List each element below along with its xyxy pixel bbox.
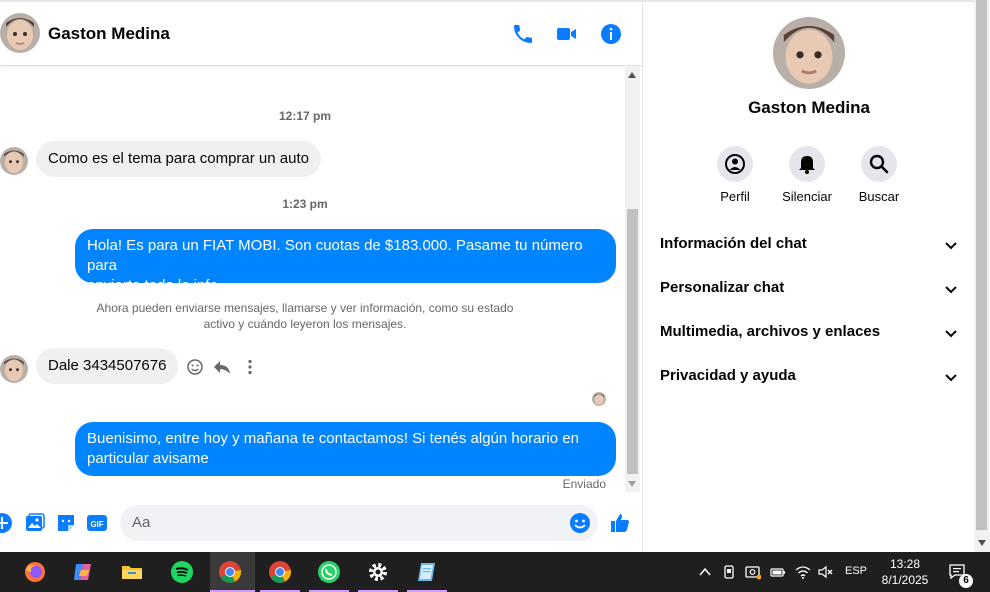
- section-label: Privacidad y ayuda: [660, 367, 796, 384]
- file-explorer-icon[interactable]: [112, 552, 152, 592]
- bell-icon[interactable]: [789, 146, 825, 182]
- chat-header: Gaston Medina: [0, 2, 643, 66]
- message-avatar: [0, 147, 28, 175]
- chat-info-panel: Gaston Medina Perfil Silenciar Buscar In…: [644, 2, 974, 552]
- mute-action[interactable]: Silenciar: [772, 146, 842, 204]
- messenger-window: Gaston Medina 12:17 pm Como es el tema p…: [0, 0, 990, 552]
- chevron-down-icon: [945, 374, 957, 382]
- section-customize-chat[interactable]: Personalizar chat: [660, 271, 958, 315]
- emoji-picker-icon[interactable]: [569, 512, 591, 534]
- action-label: Buscar: [858, 189, 900, 204]
- message-composer: GIF Aa: [0, 502, 643, 546]
- section-label: Multimedia, archivos y enlaces: [660, 323, 881, 340]
- wifi-icon[interactable]: [795, 564, 811, 580]
- chat-pane: Gaston Medina 12:17 pm Como es el tema p…: [0, 2, 643, 552]
- section-label: Personalizar chat: [660, 279, 785, 296]
- thumbs-up-icon[interactable]: [609, 512, 631, 534]
- chevron-down-icon: [945, 330, 957, 338]
- message-line: particular avisame: [87, 450, 209, 467]
- info-contact-name: Gaston Medina: [748, 98, 870, 117]
- message-scrollbar[interactable]: [625, 67, 640, 492]
- message-line: Buenisimo, entre hoy y mañana te contact…: [87, 430, 579, 447]
- page-scroll-down-arrow[interactable]: [978, 540, 986, 546]
- phone-link-icon[interactable]: [721, 564, 737, 580]
- timestamp: 12:17 pm: [278, 109, 332, 123]
- video-call-icon[interactable]: [555, 22, 579, 46]
- svg-text:GIF: GIF: [90, 520, 103, 529]
- message-line: Hola! Es para un FIAT MOBI. Son cuotas d…: [87, 237, 583, 274]
- gif-icon[interactable]: GIF: [86, 512, 108, 534]
- input-language[interactable]: ESP: [845, 565, 867, 577]
- contact-profile-photo[interactable]: [773, 17, 845, 89]
- battery-icon[interactable]: [770, 564, 786, 580]
- chevron-down-icon: [945, 242, 957, 250]
- windows-taskbar: ESP 13:28 8/1/2025 6: [0, 552, 990, 592]
- info-icon[interactable]: [599, 22, 623, 46]
- scroll-up-arrow[interactable]: [628, 72, 636, 78]
- section-chat-info[interactable]: Información del chat: [660, 227, 958, 271]
- action-label: Silenciar: [782, 189, 832, 204]
- outgoing-message[interactable]: Hola! Es para un FIAT MOBI. Son cuotas d…: [75, 229, 616, 294]
- settings-icon[interactable]: [358, 552, 398, 592]
- action-label: Perfil: [720, 189, 750, 204]
- message-line: enviarte toda la info: [87, 277, 218, 294]
- chrome-icon[interactable]: [210, 552, 255, 592]
- phone-call-icon[interactable]: [511, 22, 535, 46]
- profile-icon[interactable]: [717, 146, 753, 182]
- page-scrollbar[interactable]: [974, 0, 990, 552]
- incoming-message[interactable]: Dale 3434507676: [36, 348, 179, 384]
- scroll-down-arrow[interactable]: [628, 481, 636, 487]
- clock-date: 8/1/2025: [881, 573, 929, 587]
- chrome-icon[interactable]: [260, 552, 300, 592]
- incoming-message[interactable]: Como es el tema para comprar un auto: [36, 141, 321, 177]
- clock-time: 13:28: [889, 557, 921, 571]
- gallery-icon[interactable]: [24, 512, 46, 534]
- notice-line: Ahora pueden enviarse mensajes, llamarse…: [96, 301, 514, 315]
- message-avatar: [0, 355, 28, 383]
- seen-avatar: [592, 392, 606, 406]
- section-privacy-help[interactable]: Privacidad y ayuda: [660, 359, 958, 403]
- firefox-icon[interactable]: [15, 552, 55, 592]
- message-list[interactable]: 12:17 pm Como es el tema para comprar un…: [0, 67, 624, 492]
- system-clock[interactable]: 13:28 8/1/2025: [872, 556, 938, 588]
- page-scroll-thumb[interactable]: [976, 0, 987, 530]
- search-action[interactable]: Buscar: [844, 146, 914, 204]
- volume-muted-icon[interactable]: [817, 564, 833, 580]
- message-input[interactable]: Aa: [120, 505, 598, 541]
- sent-status: Enviado: [562, 477, 606, 491]
- section-label: Información del chat: [660, 235, 807, 252]
- chevron-down-icon: [945, 286, 957, 294]
- outgoing-message[interactable]: Buenisimo, entre hoy y mañana te contact…: [75, 422, 616, 476]
- section-media-files-links[interactable]: Multimedia, archivos y enlaces: [660, 315, 958, 359]
- system-notice: Ahora pueden enviarse mensajes, llamarse…: [80, 300, 530, 332]
- contact-avatar[interactable]: [0, 13, 40, 53]
- more-options-icon[interactable]: [240, 357, 260, 377]
- input-placeholder: Aa: [132, 514, 151, 531]
- spotify-icon[interactable]: [162, 552, 202, 592]
- scroll-thumb[interactable]: [627, 209, 638, 474]
- add-icon[interactable]: [0, 512, 13, 534]
- timestamp: 1:23 pm: [282, 197, 328, 211]
- profile-action[interactable]: Perfil: [700, 146, 770, 204]
- whatsapp-icon[interactable]: [309, 552, 349, 592]
- reply-icon[interactable]: [212, 357, 232, 377]
- contact-name[interactable]: Gaston Medina: [48, 24, 170, 44]
- notification-count-badge: 6: [959, 574, 973, 588]
- emoji-react-icon[interactable]: [185, 357, 205, 377]
- search-icon[interactable]: [861, 146, 897, 182]
- notice-line: activo y cuándo leyeron los mensajes.: [203, 317, 407, 331]
- screen-capture-icon[interactable]: [745, 564, 762, 580]
- chevron-up-icon[interactable]: [697, 564, 713, 580]
- copilot-icon[interactable]: [63, 552, 103, 592]
- sticker-icon[interactable]: [55, 512, 77, 534]
- notepad-icon[interactable]: [407, 552, 447, 592]
